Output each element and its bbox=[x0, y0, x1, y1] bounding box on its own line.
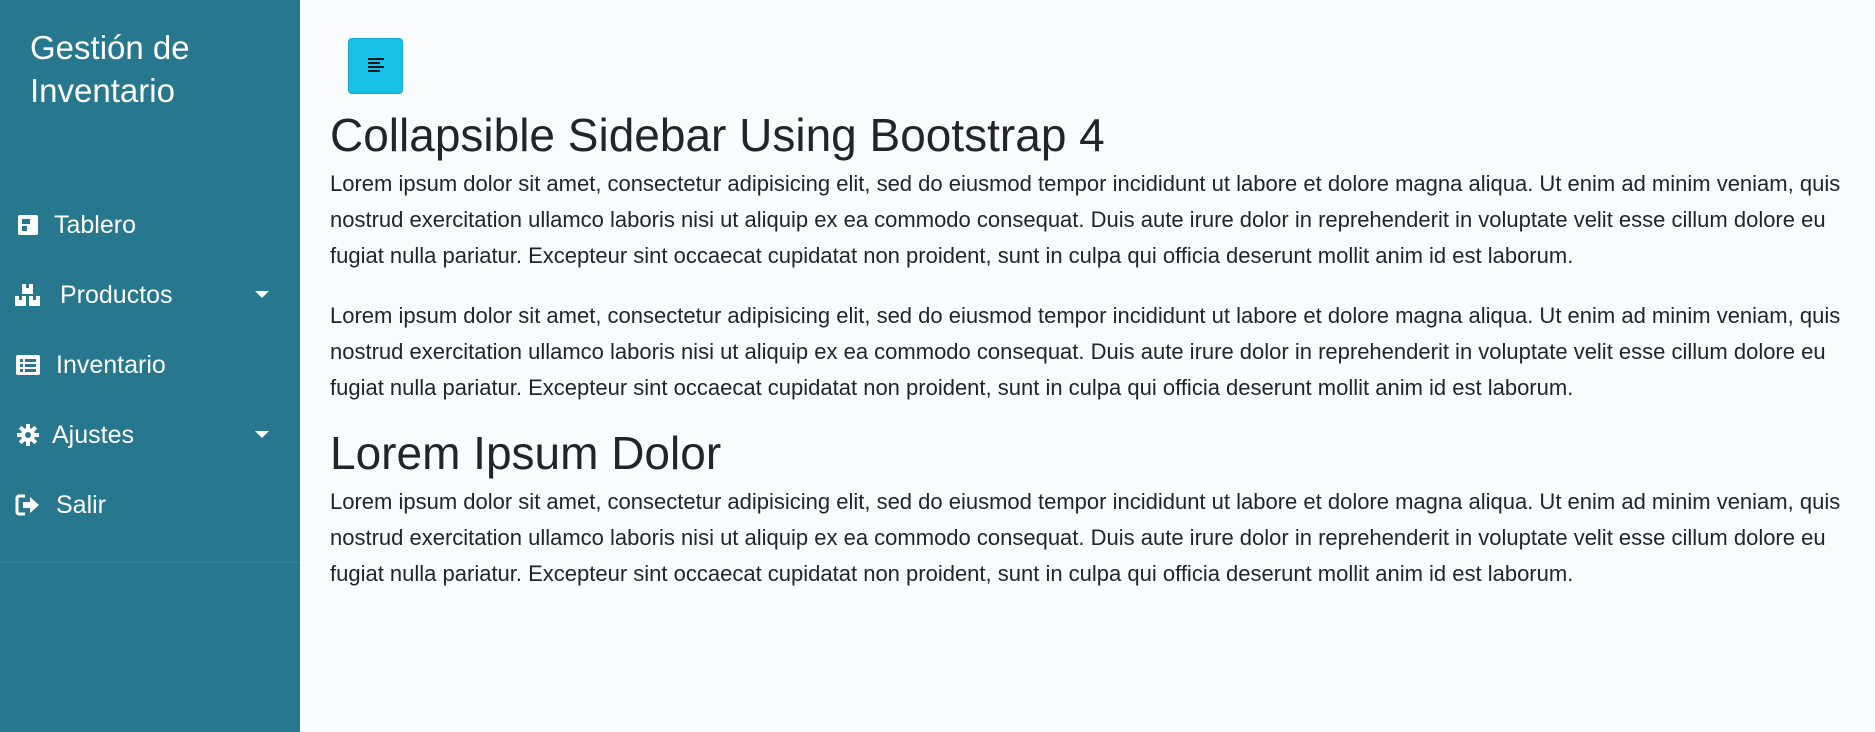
sidebar-item-label: Inventario bbox=[56, 350, 166, 379]
page-title: Collapsible Sidebar Using Bootstrap 4 bbox=[330, 109, 1105, 161]
boxes-icon bbox=[14, 281, 42, 309]
sidebar-item-label: Tablero bbox=[54, 210, 136, 239]
paragraph: Lorem ipsum dolor sit amet, consectetur … bbox=[330, 303, 1841, 400]
section-heading: Lorem Ipsum Dolor bbox=[330, 427, 722, 479]
sidebar: Gestión de Inventario Tablero Productos … bbox=[0, 0, 300, 732]
main-content: Collapsible Sidebar Using Bootstrap 4 Lo… bbox=[330, 104, 1860, 592]
sidebar-item-salir[interactable]: Salir bbox=[0, 470, 300, 540]
sidebar-nav: Tablero Productos Inventario Ajustes Sal… bbox=[0, 190, 300, 540]
sign-out-icon bbox=[14, 491, 42, 519]
content-area: Collapsible Sidebar Using Bootstrap 4 Lo… bbox=[300, 0, 1875, 732]
sidebar-item-inventario[interactable]: Inventario bbox=[0, 330, 300, 400]
sidebar-toggle-button[interactable] bbox=[348, 38, 403, 94]
sidebar-item-label: Productos bbox=[60, 280, 173, 309]
dashboard-icon bbox=[14, 211, 42, 239]
chevron-down-icon bbox=[255, 291, 269, 298]
sidebar-brand: Gestión de Inventario bbox=[30, 29, 190, 109]
gear-icon bbox=[14, 421, 42, 449]
paragraph: Lorem ipsum dolor sit amet, consectetur … bbox=[330, 489, 1841, 586]
chevron-down-icon bbox=[255, 431, 269, 438]
list-icon bbox=[14, 351, 42, 379]
sidebar-item-label: Ajustes bbox=[52, 420, 134, 449]
align-left-icon bbox=[367, 56, 385, 77]
sidebar-item-tablero[interactable]: Tablero bbox=[0, 190, 300, 260]
sidebar-item-ajustes[interactable]: Ajustes bbox=[0, 400, 300, 470]
sidebar-item-label: Salir bbox=[56, 490, 107, 519]
sidebar-item-productos[interactable]: Productos bbox=[0, 260, 300, 330]
sidebar-divider bbox=[0, 562, 300, 563]
paragraph: Lorem ipsum dolor sit amet, consectetur … bbox=[330, 171, 1841, 268]
